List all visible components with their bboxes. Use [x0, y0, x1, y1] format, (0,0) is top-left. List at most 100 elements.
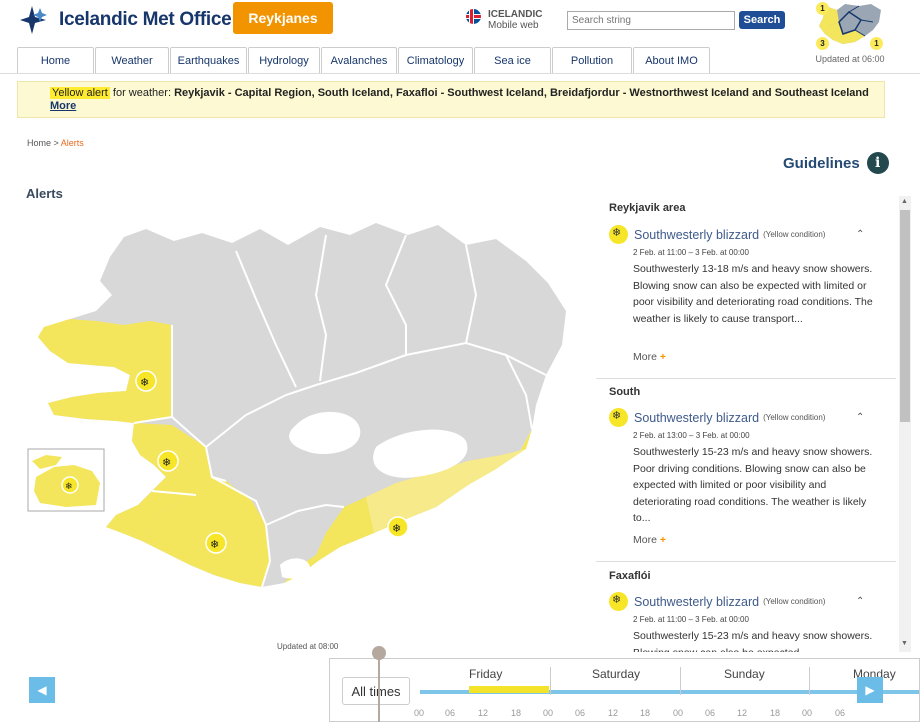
minimap-badge: 1 — [870, 37, 883, 50]
day-divider — [809, 667, 810, 695]
logo-text: Icelandic Met Office — [59, 9, 232, 30]
hour-label: 00 — [543, 708, 554, 718]
scroll-thumb[interactable] — [900, 210, 910, 422]
warning-title: Southwesterly blizzard — [634, 594, 760, 609]
alert-banner: Yellow alert for weather: Reykjavik - Ca… — [17, 81, 885, 118]
warning-more-link[interactable]: More + — [633, 351, 666, 363]
warning-header[interactable]: Southwesterly blizzard (Yellow condition… — [609, 592, 825, 611]
banner-more-link[interactable]: More — [50, 100, 76, 112]
timeline-alert-range — [469, 686, 549, 693]
guidelines-label: Guidelines — [783, 154, 860, 172]
warning-time: 2 Feb. at 11:00 – 3 Feb. at 00:00 — [633, 248, 749, 257]
warning-more-label: More — [633, 534, 657, 546]
hour-label: 00 — [802, 708, 813, 718]
warning-time: 2 Feb. at 13:00 – 3 Feb. at 00:00 — [633, 431, 750, 440]
warning-region: Reykjavik area — [609, 202, 686, 214]
warning-condition: (Yellow condition) — [763, 413, 826, 422]
hour-label: 00 — [673, 708, 684, 718]
tab-hydrology[interactable]: Hydrology — [248, 47, 320, 73]
blizzard-icon — [609, 408, 628, 427]
tab-earthquakes[interactable]: Earthquakes — [170, 47, 247, 73]
warning-description: Southwesterly 15-23 m/s and heavy snow s… — [633, 446, 873, 524]
warning-condition: (Yellow condition) — [763, 230, 826, 239]
timeline-prev-button[interactable]: ◀ — [29, 677, 55, 703]
search-button[interactable]: Search — [739, 11, 785, 29]
iceland-flag-icon — [466, 9, 481, 24]
tab-weather[interactable]: Weather — [95, 47, 169, 73]
alert-marker-faxafloi[interactable]: ❄ — [157, 450, 179, 472]
warning-section: South — [596, 386, 896, 398]
timeline-cursor-handle[interactable] — [372, 646, 386, 660]
search-input[interactable] — [567, 11, 735, 30]
mobile-line1: ICELANDIC — [488, 9, 543, 20]
warning-more-link[interactable]: More + — [633, 534, 666, 546]
nav-divider — [0, 73, 920, 74]
chevron-up-icon[interactable]: ⌃ — [856, 596, 864, 607]
scroll-down-icon[interactable]: ▼ — [901, 640, 908, 647]
day-label: Sunday — [724, 667, 765, 681]
chevron-up-icon[interactable]: ⌃ — [856, 412, 864, 423]
alert-marker-southwest[interactable]: ❄ — [205, 532, 227, 554]
warning-section: Faxaflói — [596, 570, 896, 582]
map-updated: Updated at 08:00 — [277, 642, 339, 651]
timeline-next-button[interactable]: ▶ — [857, 677, 883, 703]
alert-prefix: for weather: — [109, 87, 175, 99]
chevron-up-icon[interactable]: ⌃ — [856, 229, 864, 240]
warning-time: 2 Feb. at 11:00 – 3 Feb. at 00:00 — [633, 615, 749, 624]
alert-marker-westfjords[interactable]: ❄ — [135, 370, 157, 392]
capital-area-inset[interactable]: ❄ — [27, 448, 105, 512]
all-times-button[interactable]: All times — [342, 677, 410, 705]
alert-regions: Reykjavik - Capital Region, South Icelan… — [174, 87, 869, 99]
warning-header[interactable]: Southwesterly blizzard (Yellow condition… — [609, 408, 825, 427]
tab-home[interactable]: Home — [17, 47, 94, 73]
alert-marker-south[interactable]: ❄ — [387, 516, 409, 538]
warning-section: Reykjavik area — [596, 202, 896, 214]
warning-region: Faxaflói — [609, 570, 651, 582]
tab-pollution[interactable]: Pollution — [552, 47, 632, 73]
day-label: Saturday — [592, 667, 641, 681]
alert-minimap[interactable]: 1 3 1 — [815, 0, 885, 52]
guidelines-link[interactable]: Guidelines i — [783, 152, 889, 174]
warning-header[interactable]: Southwesterly blizzard (Yellow condition… — [609, 225, 825, 244]
hour-label: 00 — [414, 708, 425, 718]
hour-label: 06 — [575, 708, 586, 718]
tab-avalanches[interactable]: Avalanches — [321, 47, 397, 73]
tab-climatology[interactable]: Climatology — [398, 47, 473, 73]
hour-label: 12 — [478, 708, 489, 718]
day-label: Friday — [469, 667, 503, 681]
logo[interactable]: Icelandic Met Office — [18, 4, 232, 36]
warning-condition: (Yellow condition) — [763, 597, 826, 606]
plus-icon: + — [659, 351, 666, 363]
warnings-panel[interactable]: Reykjavik area Southwesterly blizzard (Y… — [596, 196, 898, 652]
hour-label: 06 — [835, 708, 846, 718]
breadcrumb: Home > Alerts — [27, 138, 84, 148]
map-region-westfjords — [38, 319, 172, 423]
breadcrumb-current: Alerts — [60, 138, 84, 148]
triangle-left-icon: ◀ — [37, 683, 47, 697]
plus-icon: + — [659, 534, 666, 546]
iceland-alert-map: ❄ ❄ ❄ ❄ ❄ — [27, 223, 566, 588]
mobile-web-link[interactable]: ICELANDIC Mobile web — [466, 9, 542, 31]
breadcrumb-home[interactable]: Home — [27, 138, 51, 148]
blizzard-icon — [609, 592, 628, 611]
page-title: Alerts — [26, 186, 63, 201]
hour-label: 18 — [511, 708, 522, 718]
svg-text:❄: ❄ — [210, 538, 219, 551]
info-icon: i — [866, 152, 889, 174]
svg-text:❄: ❄ — [162, 456, 171, 469]
breadcrumb-sep: > — [51, 138, 61, 148]
timeline[interactable]: All times Friday Saturday Sunday Monday … — [329, 658, 920, 722]
hour-label: 12 — [737, 708, 748, 718]
svg-text:❄: ❄ — [392, 522, 401, 535]
warning-title: Southwesterly blizzard — [634, 227, 760, 242]
day-divider — [550, 667, 551, 695]
tab-sea-ice[interactable]: Sea ice — [474, 47, 551, 73]
warning-description: Southwesterly 15-23 m/s and heavy snow s… — [633, 630, 873, 652]
region-button[interactable]: Reykjanes — [233, 2, 333, 34]
warning-title: Southwesterly blizzard — [634, 410, 760, 425]
main-nav: Home Weather Earthquakes Hydrology Avala… — [17, 47, 711, 73]
tab-about[interactable]: About IMO — [633, 47, 710, 73]
hour-label: 12 — [608, 708, 619, 718]
scroll-up-icon[interactable]: ▲ — [901, 198, 908, 205]
panel-scrollbar[interactable]: ▲ ▼ — [899, 196, 911, 652]
